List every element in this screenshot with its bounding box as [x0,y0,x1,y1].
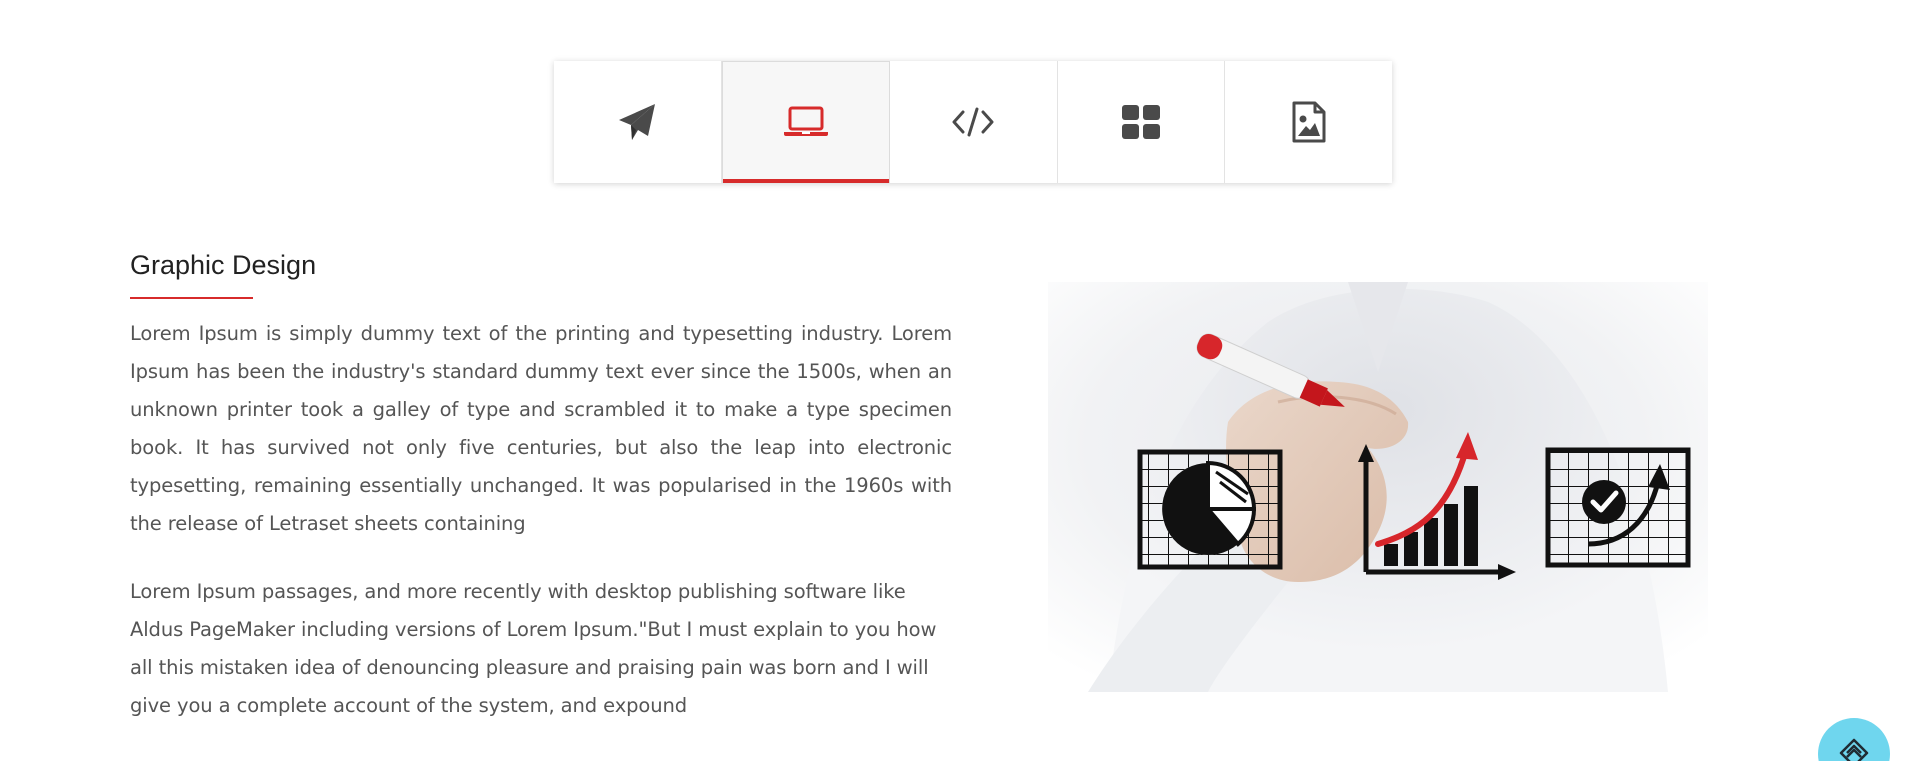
tab-image-file[interactable] [1225,61,1392,183]
page: Graphic Design Lorem Ipsum is simply dum… [0,0,1910,761]
tab-code[interactable] [890,61,1058,183]
grid-icon [1122,105,1161,139]
description-paragraph-2: Lorem Ipsum passages, and more recently … [130,580,937,717]
description-paragraph-1: Lorem Ipsum is simply dummy text of the … [130,322,952,535]
paper-plane-icon [619,104,656,140]
title-underline [130,297,253,299]
laptop-icon [783,106,828,136]
image-file-icon [1292,101,1326,143]
layers-diamond-icon [1839,738,1869,761]
hero-image [1048,282,1708,692]
service-tabs [554,61,1392,183]
tab-laptop[interactable] [721,61,891,183]
hand-drawing-charts-image [1048,282,1708,692]
tab-grid[interactable] [1057,61,1226,183]
section-title: Graphic Design [130,250,317,280]
floating-action-button[interactable] [1818,718,1890,761]
tab-paper-plane[interactable] [554,61,722,183]
code-icon [952,107,994,137]
